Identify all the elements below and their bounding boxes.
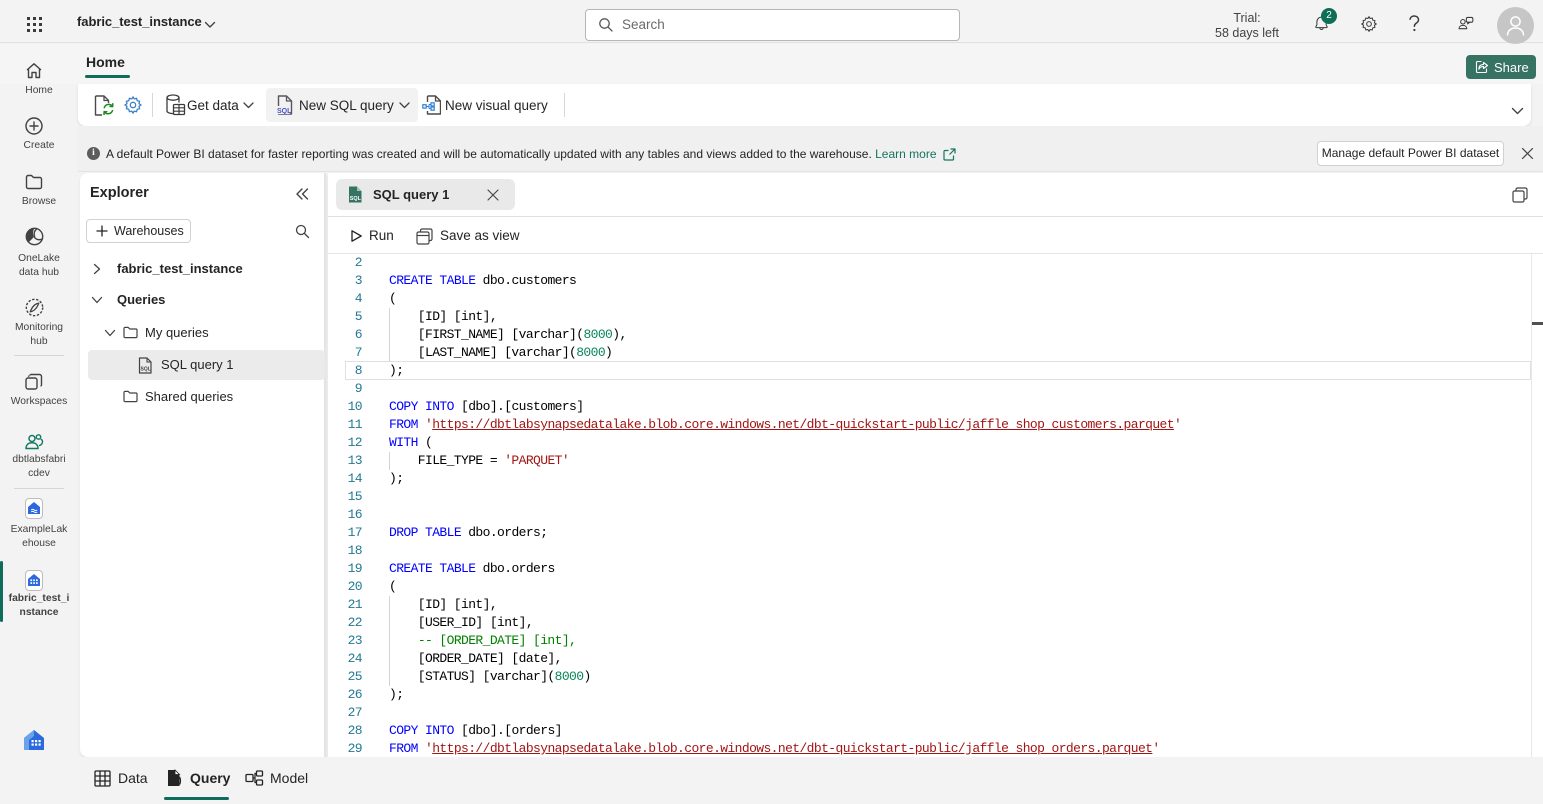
svg-text:SQL: SQL xyxy=(350,196,362,202)
svg-text:SQL: SQL xyxy=(141,367,151,373)
svg-text:SQL: SQL xyxy=(277,108,292,115)
